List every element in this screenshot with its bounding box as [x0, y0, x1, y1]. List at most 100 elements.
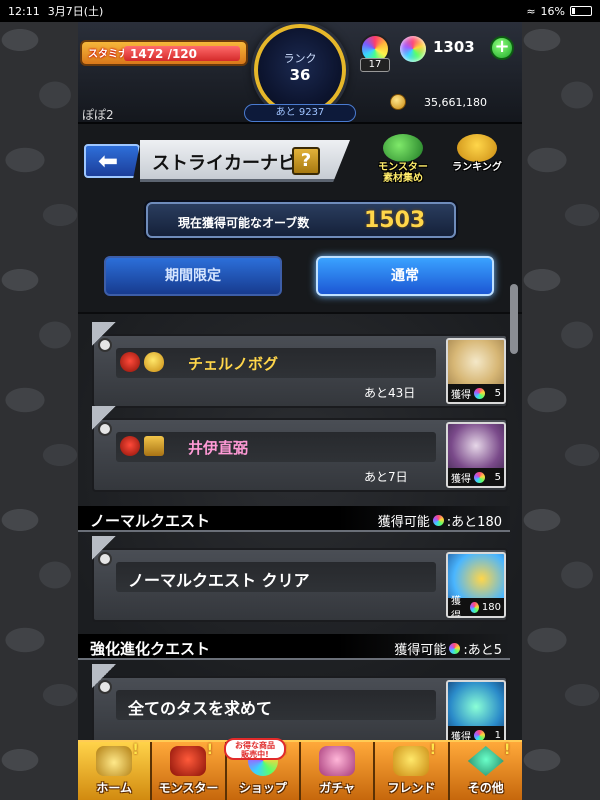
card-title-bar: 全てのタスを求めて	[116, 690, 436, 720]
alert-icon: !	[206, 742, 214, 758]
scrollbar[interactable]	[510, 284, 518, 354]
orb-icon	[432, 515, 444, 526]
event-card[interactable]: チェルノボグ あと43日 獲得 5	[92, 322, 508, 408]
monster-collect-button[interactable]: モンスター 素材集め	[368, 134, 438, 184]
event-card[interactable]: 井伊直弼 あと7日 獲得 5	[92, 406, 508, 492]
nav-gacha-label: ガチャ	[319, 781, 356, 795]
ranking-label: ランキング	[452, 162, 502, 173]
other-icon	[467, 746, 504, 776]
monster-collect-label: モンスター 素材集め	[378, 162, 428, 184]
section-header-evolve: 強化進化クエスト 獲得可能 :あと5	[78, 634, 510, 660]
status-date: 3月7日(土)	[47, 5, 104, 18]
stone-background-right	[522, 0, 600, 800]
demon-icon	[120, 352, 140, 372]
back-button[interactable]: ⬅	[84, 144, 140, 178]
quest-list[interactable]: チェルノボグ あと43日 獲得 5 井伊直弼 あと7日 獲得 5 ノーマルクエス…	[78, 284, 522, 750]
section-available: 獲得可能 :あと5	[394, 639, 502, 658]
gold-count: 35,661,180	[424, 96, 487, 109]
event-remaining: あと43日	[364, 386, 416, 400]
orb-icon	[470, 601, 479, 613]
gacha-icon	[319, 746, 356, 776]
reward-count: 5	[494, 471, 501, 483]
stamina-label: スタミナ	[88, 49, 128, 60]
status-dot	[98, 422, 112, 436]
tab-normal[interactable]: 通常	[316, 256, 494, 296]
available-value: :あと180	[446, 515, 502, 530]
monster-icon	[170, 746, 207, 776]
orb-icon	[474, 387, 485, 399]
demon-icon	[120, 436, 140, 456]
battery-icon	[570, 6, 592, 16]
status-dot	[98, 338, 112, 352]
orb-icon	[474, 471, 485, 483]
help-button[interactable]: ?	[292, 147, 320, 175]
nav-monster[interactable]: ! モンスター	[152, 742, 227, 800]
orb-icon	[400, 36, 426, 62]
nav-monster-label: モンスター	[158, 781, 219, 795]
nav-home[interactable]: ! ホーム	[78, 742, 153, 800]
section-title: 強化進化クエスト	[90, 640, 211, 658]
reward-count: 180	[481, 601, 501, 613]
alert-icon: !	[429, 742, 437, 758]
rank-label: ランク	[283, 52, 317, 65]
available-label: 獲得可能	[394, 643, 447, 658]
nav-gacha[interactable]: ガチャ	[300, 742, 376, 800]
available-value: :あと5	[463, 643, 502, 658]
wifi-icon: ≈	[526, 4, 536, 18]
egg-icon	[144, 352, 164, 372]
status-bar: 12:11 3月7日(土) ≈ 16%	[0, 0, 600, 22]
quest-card[interactable]: ノーマルクエスト クリア 獲得 180	[92, 536, 508, 622]
reward-row: 獲得 180	[448, 596, 504, 616]
friend-icon	[393, 746, 430, 776]
nav-friend-label: フレンド	[387, 781, 436, 795]
reward-row: 獲得 5	[448, 384, 504, 402]
status-dot	[98, 552, 112, 566]
buy-orbs-button[interactable]: +	[490, 36, 514, 60]
event-title: チェルノボグ	[188, 355, 279, 373]
orb-icon	[474, 729, 485, 741]
card-title-bar: チェルノボグ	[116, 348, 436, 378]
stamina-value: 1472 /120	[130, 47, 198, 61]
orb-available-value: 1503	[364, 208, 426, 233]
available-label: 獲得可能	[377, 515, 430, 530]
reward-count: 1	[494, 729, 501, 741]
back-arrow-icon: ⬅	[98, 147, 119, 175]
gold-coin-icon	[390, 94, 406, 110]
reward-row: 獲得 5	[448, 468, 504, 486]
orb-count: 1303	[433, 38, 475, 56]
crystal-count: 17	[360, 58, 390, 72]
card-title-bar: ノーマルクエスト クリア	[116, 562, 436, 592]
monster-thumbnail: 獲得 1	[446, 680, 506, 746]
status-dot	[98, 680, 112, 694]
stamina-bar: スタミナ 1472 /120	[80, 40, 248, 66]
reward-label: 獲得	[451, 596, 461, 618]
exp-remaining: あと 9237	[244, 104, 356, 122]
home-icon	[96, 746, 133, 776]
reward-label: 獲得	[451, 473, 471, 485]
nav-other[interactable]: ! その他	[449, 742, 522, 800]
bottom-nav: ! ホーム ! モンスター ! ショップ ガチャ ! フレンド ! その他	[78, 740, 522, 800]
nav-home-label: ホーム	[96, 781, 132, 795]
event-title: 井伊直弼	[188, 439, 249, 457]
player-name: ぽぽ2	[82, 108, 114, 122]
tab-limited[interactable]: 期間限定	[104, 256, 282, 296]
reward-count: 5	[494, 387, 501, 399]
page-title: ストライカーナビ	[152, 153, 296, 174]
chest-icon	[144, 436, 164, 456]
nav-other-label: その他	[467, 781, 504, 795]
quest-card[interactable]: 全てのタスを求めて 獲得 1	[92, 664, 508, 750]
nav-shop-label: ショップ	[238, 781, 287, 795]
orb-icon	[449, 643, 461, 654]
reward-label: 獲得	[451, 389, 471, 401]
status-time: 12:11	[8, 4, 40, 18]
orb-available-banner: 現在獲得可能なオーブ数 1503	[146, 202, 456, 238]
status-right: ≈ 16%	[526, 5, 592, 18]
sale-badge: お得な商品 販売中!	[224, 738, 286, 760]
rank-badge[interactable]: ランク 36	[254, 24, 346, 116]
nav-friend[interactable]: ! フレンド	[375, 742, 450, 800]
section-available: 獲得可能 :あと180	[378, 511, 502, 530]
monster-thumbnail: 獲得 5	[446, 422, 506, 488]
ranking-button[interactable]: ランキング	[442, 134, 512, 184]
quest-title: 全てのタスを求めて	[128, 699, 273, 718]
header: スタミナ 1472 /120 ランク 36 あと 9237 17 1303 + …	[78, 22, 522, 124]
